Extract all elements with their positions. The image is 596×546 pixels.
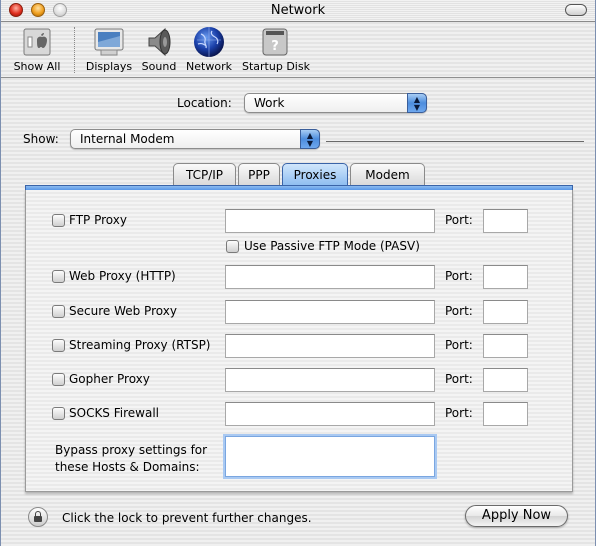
svg-text:?: ? [271,39,279,54]
updown-arrows-icon: ▲ ▼ [407,93,427,113]
port-label: Port: [445,406,473,420]
bypass-hosts-field[interactable] [225,436,435,477]
bypass-label-line2: these Hosts & Domains: [55,460,200,474]
web-proxy-checkbox[interactable] [52,270,65,283]
toolbar-label: Sound [141,60,177,73]
web-proxy-host-field[interactable] [225,265,435,289]
toolbar-toggle-button[interactable] [565,4,587,16]
tab-ppp[interactable]: PPP [238,163,280,186]
secure-web-proxy-host-field[interactable] [225,300,435,324]
toolbar-label: Network [186,60,232,73]
bypass-label: Bypass proxy settings for these Hosts & … [55,442,207,476]
show-label: Show: [23,132,59,146]
ftp-proxy-checkbox[interactable] [52,214,65,227]
gopher-proxy-label: Gopher Proxy [69,372,150,386]
location-label: Location: [177,96,232,110]
bypass-label-line1: Bypass proxy settings for [55,443,208,457]
show-value: Internal Modem [80,132,175,146]
lock-button[interactable] [28,507,48,527]
proxy-row-ftp: FTP Proxy Port: [26,209,572,233]
tab-modem[interactable]: Modem [350,163,425,186]
port-label: Port: [445,372,473,386]
toolbar-label: Displays [85,60,133,73]
proxy-row-socks: SOCKS Firewall Port: [26,402,572,426]
passive-ftp-checkbox[interactable] [226,240,239,253]
show-popup[interactable]: Internal Modem ▲ ▼ [70,129,320,149]
gopher-proxy-port-field[interactable] [483,368,528,392]
web-proxy-port-field[interactable] [483,265,528,289]
gopher-proxy-checkbox[interactable] [52,373,65,386]
tab-tcp-ip[interactable]: TCP/IP [173,163,236,186]
toolbar-network[interactable]: Network [184,26,234,73]
secure-web-proxy-label: Secure Web Proxy [69,304,177,318]
network-preferences-window: Network Show All Displays Sound Network … [0,0,596,546]
socks-firewall-host-field[interactable] [225,402,435,426]
port-label: Port: [445,338,473,352]
streaming-proxy-checkbox[interactable] [52,339,65,352]
toolbar: Show All Displays Sound Network ? Startu… [1,22,595,78]
toolbar-label: Show All [13,60,61,73]
ftp-proxy-label: FTP Proxy [69,213,127,227]
ftp-proxy-port-field[interactable] [483,209,528,233]
toolbar-startup-disk[interactable]: ? Startup Disk [242,26,310,73]
socks-firewall-port-field[interactable] [483,402,528,426]
socks-firewall-checkbox[interactable] [52,407,65,420]
port-label: Port: [445,269,473,283]
display-monitor-icon [93,26,125,58]
toolbar-show-all[interactable]: Show All [7,26,67,73]
speaker-icon [143,26,175,58]
globe-icon [193,26,225,58]
streaming-proxy-port-field[interactable] [483,334,528,358]
web-proxy-label: Web Proxy (HTTP) [69,269,176,283]
proxy-row-secure-web: Secure Web Proxy Port: [26,300,572,324]
toolbar-separator [74,27,75,73]
separator-line [326,141,584,142]
proxy-row-streaming: Streaming Proxy (RTSP) Port: [26,334,572,358]
apply-now-button[interactable]: Apply Now [465,505,568,527]
lock-status-text: Click the lock to prevent further change… [62,511,312,525]
passive-ftp-label: Use Passive FTP Mode (PASV) [244,239,420,253]
secure-web-proxy-port-field[interactable] [483,300,528,324]
toolbar-displays[interactable]: Displays [83,26,135,73]
proxy-row-web: Web Proxy (HTTP) Port: [26,265,572,289]
tab-proxies[interactable]: Proxies [282,163,348,186]
ftp-proxy-host-field[interactable] [225,209,435,233]
secure-web-proxy-checkbox[interactable] [52,305,65,318]
proxy-row-gopher: Gopher Proxy Port: [26,368,572,392]
proxies-panel: FTP Proxy Port: Use Passive FTP Mode (PA… [25,190,573,492]
updown-arrows-icon: ▲ ▼ [300,129,320,149]
toolbar-label: Startup Disk [242,60,310,73]
location-popup[interactable]: Work ▲ ▼ [244,93,427,113]
port-label: Port: [445,304,473,318]
show-all-icon [21,26,53,58]
port-label: Port: [445,213,473,227]
socks-firewall-label: SOCKS Firewall [69,406,159,420]
gopher-proxy-host-field[interactable] [225,368,435,392]
hard-disk-icon: ? [259,26,291,58]
title-bar[interactable]: Network [1,0,595,22]
location-value: Work [254,96,285,110]
toolbar-sound[interactable]: Sound [139,26,179,73]
streaming-proxy-host-field[interactable] [225,334,435,358]
streaming-proxy-label: Streaming Proxy (RTSP) [69,338,211,352]
window-title: Network [270,3,326,18]
